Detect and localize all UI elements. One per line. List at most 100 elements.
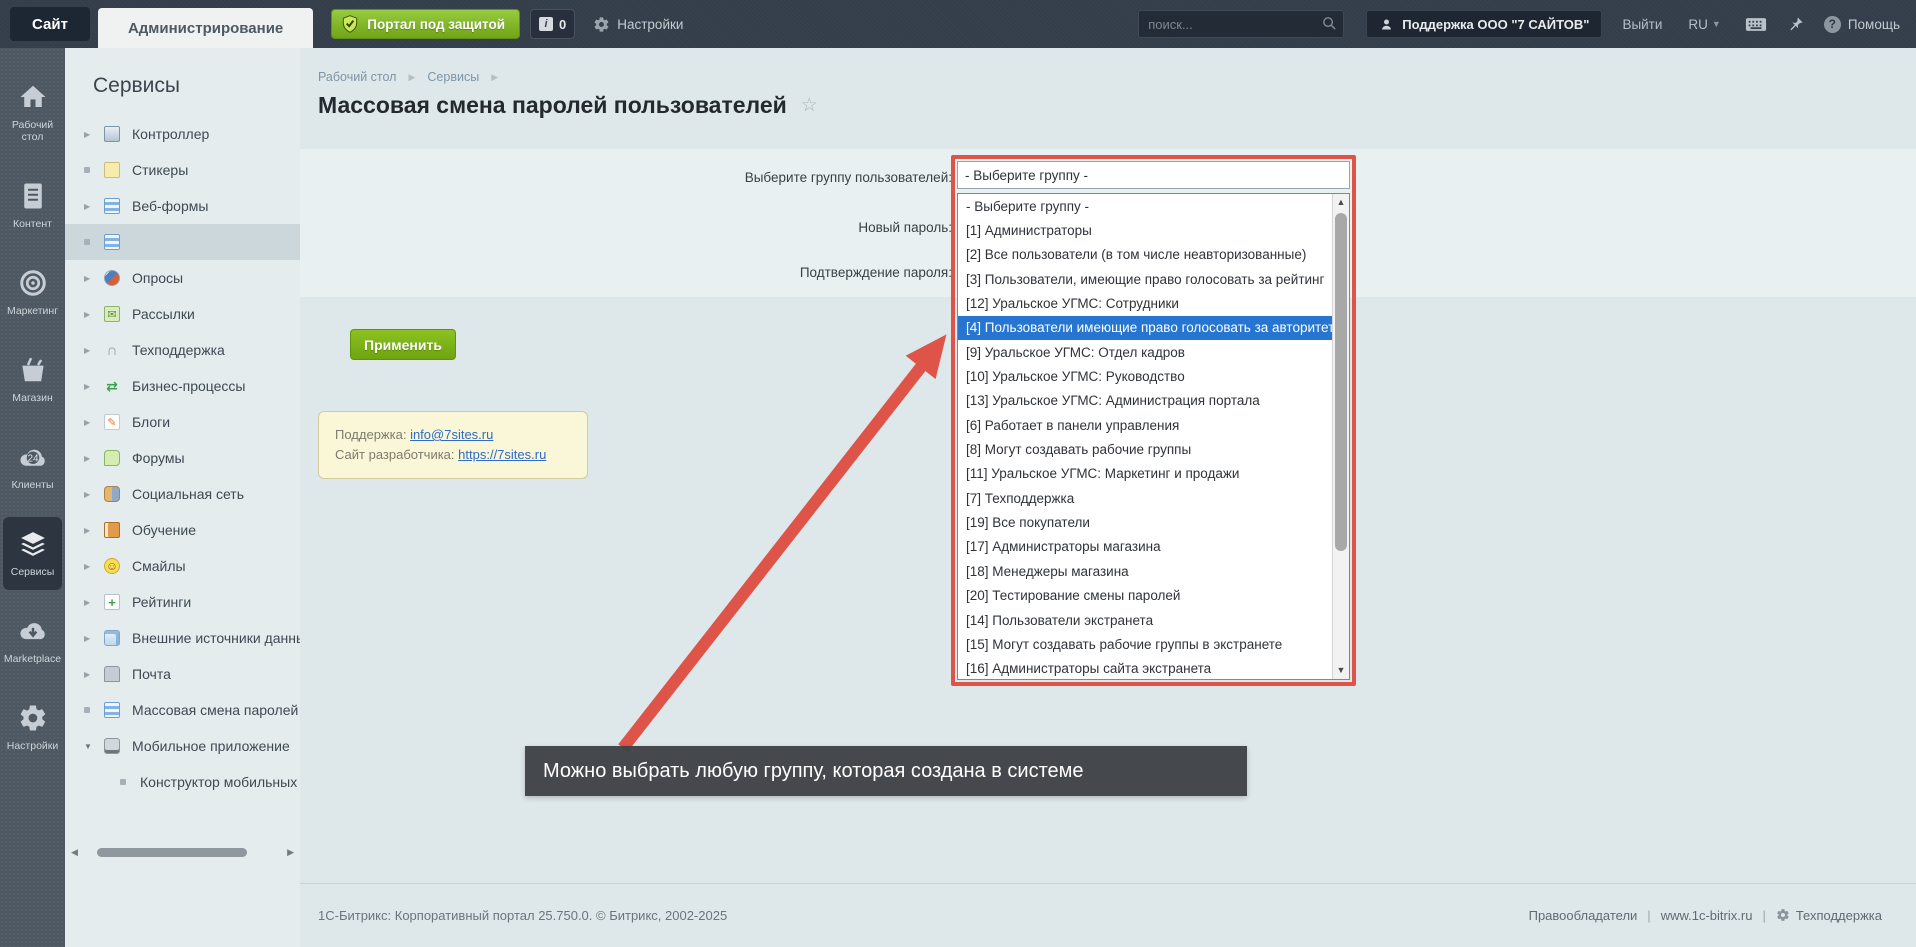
expand-arrow-icon[interactable] <box>84 418 96 427</box>
group-option[interactable]: [9] Уральское УГМС: Отдел кадров <box>958 340 1332 364</box>
rail-item-services[interactable]: Сервисы <box>3 517 62 590</box>
hscroll-track[interactable] <box>83 848 282 857</box>
sidebar-item-бизнес-процессы[interactable]: Бизнес-процессы <box>65 368 300 404</box>
sidebar-item-внешние-источники-данны[interactable]: Внешние источники данны <box>65 620 300 656</box>
sidebar-item-стикеры[interactable]: Стикеры <box>65 152 300 188</box>
group-option[interactable]: [13] Уральское УГМС: Администрация порта… <box>958 389 1332 413</box>
vscroll-thumb[interactable] <box>1335 213 1347 551</box>
support-email-link[interactable]: info@7sites.ru <box>410 427 493 442</box>
rail-item-store[interactable]: Магазин <box>3 343 62 416</box>
group-select[interactable]: - Выберите группу - <box>957 161 1350 189</box>
group-option[interactable]: [15] Могут создавать рабочие группы в эк… <box>958 632 1332 656</box>
expand-arrow-icon[interactable] <box>84 598 96 607</box>
sidebar-item-мобильное-приложение[interactable]: Мобильное приложение <box>65 728 300 764</box>
group-option[interactable]: [14] Пользователи экстранета <box>958 608 1332 632</box>
rail-item-settings[interactable]: Настройки <box>3 691 62 764</box>
search-icon[interactable] <box>1321 15 1338 37</box>
group-option[interactable]: [11] Уральское УГМС: Маркетинг и продажи <box>958 462 1332 486</box>
sidebar-item-социальная-сеть[interactable]: Социальная сеть <box>65 476 300 512</box>
help-button[interactable]: Помощь <box>1824 16 1900 33</box>
group-option[interactable]: [1] Администраторы <box>958 218 1332 242</box>
sidebar-item-рейтинги[interactable]: Рейтинги <box>65 584 300 620</box>
group-option[interactable]: [4] Пользователи имеющие право голосоват… <box>958 316 1332 340</box>
group-option[interactable]: [2] Все пользователи (в том числе неавто… <box>958 243 1332 267</box>
rail-item-clients[interactable]: 24Клиенты <box>3 430 62 503</box>
rail-item-marketplace[interactable]: Marketplace <box>3 604 62 677</box>
pin-icon[interactable] <box>1787 16 1804 33</box>
sidebar-hscrollbar[interactable]: ◀ ▶ <box>71 845 294 859</box>
sidebar-item-конструктор-мобильных-пр[interactable]: Конструктор мобильных пр <box>65 764 300 800</box>
rail-item-desktop[interactable]: Рабочий стол <box>3 70 62 155</box>
group-option[interactable]: [17] Администраторы магазина <box>958 535 1332 559</box>
collapse-arrow-icon[interactable] <box>84 742 96 751</box>
expand-arrow-icon[interactable] <box>84 454 96 463</box>
group-option[interactable]: [10] Уральское УГМС: Руководство <box>958 364 1332 388</box>
footer-link[interactable]: www.1c-bitrix.ru <box>1661 908 1753 923</box>
expand-arrow-icon[interactable] <box>84 346 96 355</box>
group-option[interactable]: [3] Пользователи, имеющие право голосова… <box>958 267 1332 291</box>
expand-arrow-icon[interactable] <box>84 202 96 211</box>
rail-item-marketing[interactable]: Маркетинг <box>3 256 62 329</box>
group-option[interactable]: [18] Менеджеры магазина <box>958 559 1332 583</box>
group-option[interactable]: - Выберите группу - <box>958 194 1332 218</box>
sidebar-item-техподдержка[interactable]: Техподдержка <box>65 332 300 368</box>
tab-admin[interactable]: Администрирование <box>98 8 313 48</box>
tab-site[interactable]: Сайт <box>10 7 90 41</box>
developer-site-link[interactable]: https://7sites.ru <box>458 447 546 462</box>
scroll-left-icon[interactable]: ◀ <box>71 847 83 858</box>
sidebar-item-опросы[interactable]: Опросы <box>65 260 300 296</box>
hscroll-thumb[interactable] <box>97 848 247 857</box>
portal-protected-button[interactable]: Портал под защитой <box>331 9 520 39</box>
expand-arrow-icon[interactable] <box>84 490 96 499</box>
group-option[interactable]: [16] Администраторы сайта экстранета <box>958 657 1332 679</box>
breadcrumb-link[interactable]: Рабочий стол <box>318 70 396 84</box>
sidebar-item-контроллер[interactable]: Контроллер <box>65 116 300 152</box>
expand-arrow-icon[interactable] <box>84 670 96 679</box>
notifications-counter[interactable]: 0 <box>530 9 575 39</box>
current-user-button[interactable]: Поддержка ООО "7 САЙТОВ" <box>1366 10 1602 38</box>
sidebar-item-рассылки[interactable]: Рассылки <box>65 296 300 332</box>
expand-arrow-icon[interactable] <box>84 382 96 391</box>
footer-link[interactable]: Техподдержка <box>1796 908 1882 923</box>
group-option[interactable]: [7] Техподдержка <box>958 486 1332 510</box>
group-option[interactable]: [6] Работает в панели управления <box>958 413 1332 437</box>
expand-arrow-icon[interactable] <box>84 274 96 283</box>
rail-item-content[interactable]: Контент <box>3 169 62 242</box>
sidebar-item-массовая-смена-паролей[interactable]: Массовая смена паролей <box>65 692 300 728</box>
sidebar-item-обучение[interactable]: Обучение <box>65 512 300 548</box>
expand-arrow-icon[interactable] <box>84 526 96 535</box>
sidebar-item-label: Форумы <box>132 450 185 466</box>
breadcrumb-separator-icon: ▶ <box>491 72 498 83</box>
rail-item-label: Сервисы <box>11 566 55 578</box>
topbar-settings-button[interactable]: Настройки <box>593 16 683 33</box>
logout-link[interactable]: Выйти <box>1622 17 1662 32</box>
favorite-star-icon[interactable]: ☆ <box>801 94 818 117</box>
group-option[interactable]: [19] Все покупатели <box>958 510 1332 534</box>
layers-icon <box>18 529 48 559</box>
group-option[interactable]: [12] Уральское УГМС: Сотрудники <box>958 291 1332 315</box>
sidebar-item-веб-формы[interactable]: Веб-формы <box>65 188 300 224</box>
scroll-right-icon[interactable]: ▶ <box>282 847 294 858</box>
target-icon <box>18 268 48 298</box>
list-vscrollbar[interactable]: ▲ ▼ <box>1332 194 1349 679</box>
expand-arrow-icon[interactable] <box>84 634 96 643</box>
sidebar-item-форумы[interactable]: Форумы <box>65 440 300 476</box>
footer-link[interactable]: Правообладатели <box>1529 908 1638 923</box>
sidebar-item-label: Мобильное приложение <box>132 738 290 754</box>
sidebar-item-смайлы[interactable]: Смайлы <box>65 548 300 584</box>
expand-arrow-icon[interactable] <box>84 130 96 139</box>
scroll-down-icon[interactable]: ▼ <box>1333 662 1349 679</box>
expand-arrow-icon[interactable] <box>84 562 96 571</box>
expand-arrow-icon[interactable] <box>84 310 96 319</box>
breadcrumb-link[interactable]: Сервисы <box>427 70 479 84</box>
language-selector[interactable]: RU ▼ <box>1688 17 1720 32</box>
keyboard-icon[interactable] <box>1745 16 1767 33</box>
group-option[interactable]: [8] Могут создавать рабочие группы <box>958 437 1332 461</box>
sidebar-item-почта[interactable]: Почта <box>65 656 300 692</box>
scroll-up-icon[interactable]: ▲ <box>1333 194 1349 211</box>
search-input[interactable] <box>1138 10 1344 38</box>
sidebar-item-блоги[interactable]: Блоги <box>65 404 300 440</box>
apply-button[interactable]: Применить <box>350 329 456 360</box>
sidebar-item-selected-3[interactable] <box>65 224 300 260</box>
group-option[interactable]: [20] Тестирование смены паролей <box>958 584 1332 608</box>
